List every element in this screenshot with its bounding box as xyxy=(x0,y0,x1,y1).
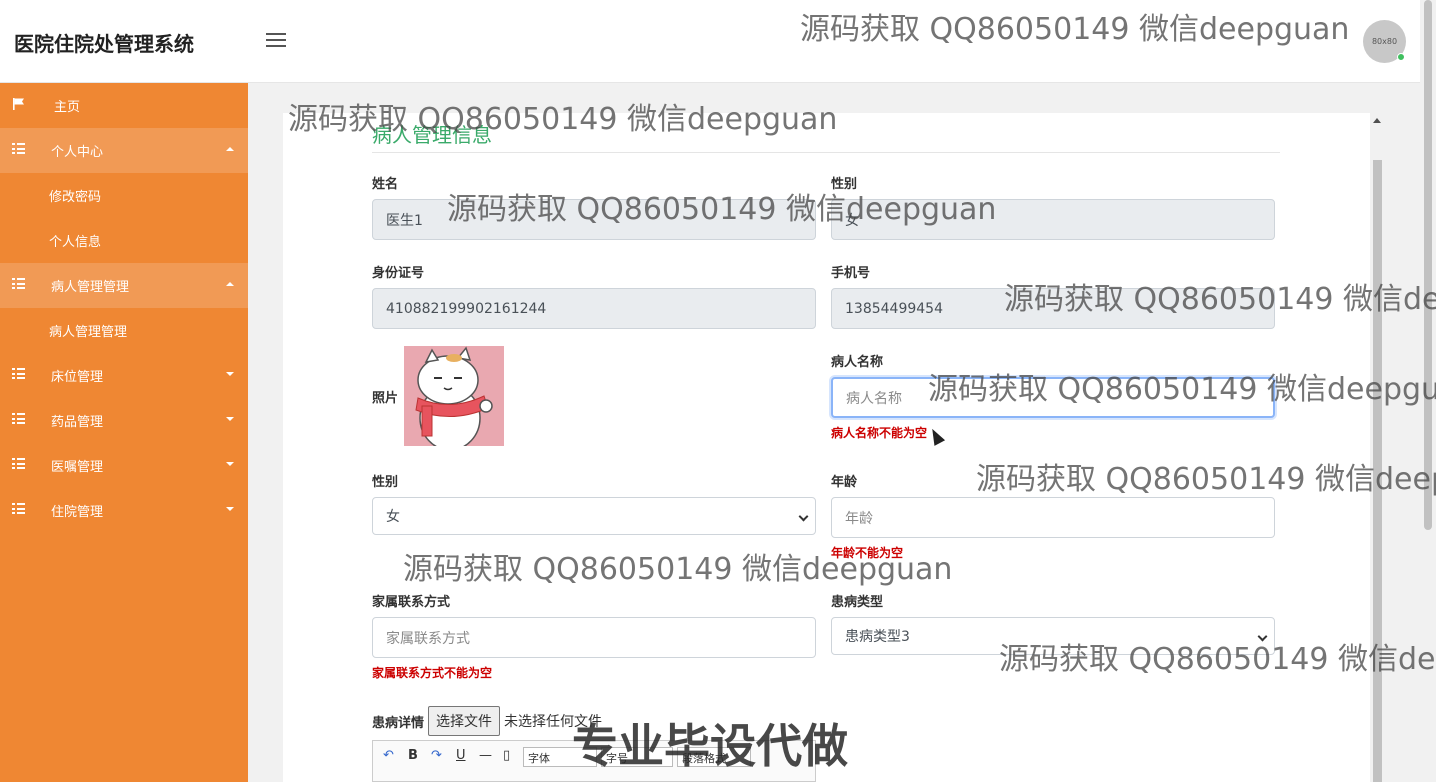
id-number-field[interactable]: 410882199902161244 xyxy=(372,288,816,329)
gender-field[interactable]: 女 xyxy=(831,199,1275,240)
patient-name-label: 病人名称 xyxy=(831,355,884,370)
document-icon[interactable]: ▯ xyxy=(503,748,510,763)
disease-type-label: 患病类型 xyxy=(831,595,884,610)
patient-name-placeholder: 病人名称 xyxy=(846,390,902,407)
sidebar-item-label: 医嘱管理 xyxy=(51,460,104,475)
sidebar-subitem-personal-info[interactable]: 个人信息 xyxy=(0,218,248,263)
patient-gender-value: 女 xyxy=(386,509,400,525)
redo-icon[interactable]: ↷ xyxy=(431,748,442,763)
chevron-down-icon xyxy=(226,507,234,511)
app-title: 医院住院处管理系统 xyxy=(14,32,194,56)
chevron-down-icon xyxy=(226,462,234,466)
sidebar-item-personal-center[interactable]: 个人中心 xyxy=(0,128,248,173)
name-field[interactable]: 医生1 xyxy=(372,199,816,240)
chevron-up-icon xyxy=(226,282,234,286)
flag-icon xyxy=(13,98,24,110)
grid-icon xyxy=(12,368,26,380)
id-number-value: 410882199902161244 xyxy=(386,300,547,317)
font-select[interactable]: 字体 xyxy=(523,747,597,767)
sidebar-item-label: 个人中心 xyxy=(51,145,104,160)
gender-label: 性别 xyxy=(831,177,858,192)
photo-image xyxy=(404,346,504,451)
sidebar-item-label: 主页 xyxy=(54,100,81,115)
grid-icon xyxy=(12,278,26,290)
online-status-dot xyxy=(1397,53,1405,61)
chevron-up-icon xyxy=(226,147,234,151)
name-label: 姓名 xyxy=(372,177,399,192)
font-size-select[interactable]: 字号 xyxy=(601,747,673,767)
chevron-down-icon xyxy=(226,417,234,421)
sidebar-subitem-change-password[interactable]: 修改密码 xyxy=(0,173,248,218)
age-label: 年龄 xyxy=(831,475,858,490)
inner-scrollbar-thumb[interactable] xyxy=(1373,160,1382,782)
sidebar-item-label: 病人管理管理 xyxy=(51,280,130,295)
sidebar-subitem-patient-management[interactable]: 病人管理管理 xyxy=(0,308,248,353)
sidebar-item-label: 住院管理 xyxy=(51,505,104,520)
family-contact-label: 家属联系方式 xyxy=(372,595,451,610)
name-value: 医生1 xyxy=(386,212,423,229)
chevron-down-icon xyxy=(226,372,234,376)
rich-text-editor[interactable]: ↶ B ↷ U — ▯ 字体 字号 段落格式 xyxy=(372,740,816,782)
sidebar-item-hospitalization-management[interactable]: 住院管理 xyxy=(0,488,248,533)
gender-value: 女 xyxy=(845,212,859,229)
chevron-down-icon xyxy=(1257,631,1268,642)
age-error: 年龄不能为空 xyxy=(831,546,904,560)
sidebar-item-home[interactable]: 主页 xyxy=(0,83,248,128)
disease-detail-label: 患病详情 xyxy=(372,715,425,731)
file-status-text: 未选择任何文件 xyxy=(504,714,603,730)
patient-gender-select[interactable]: 女 xyxy=(372,497,816,535)
photo-label: 照片 xyxy=(372,391,399,406)
sidebar-item-patient-management[interactable]: 病人管理管理 xyxy=(0,263,248,308)
paragraph-format-select[interactable]: 段落格式 xyxy=(677,747,751,767)
page-title: 病人管理信息 xyxy=(372,123,492,147)
family-contact-placeholder: 家属联系方式 xyxy=(386,630,470,647)
age-input[interactable]: 年龄 xyxy=(831,497,1275,538)
disease-detail-row: 患病详情 选择文件 未选择任何文件 xyxy=(372,706,602,736)
title-divider xyxy=(372,152,1280,153)
sidebar: 主页 个人中心 修改密码 个人信息 病人管理管理 病人管理管理 床位管理 药品管… xyxy=(0,83,248,782)
phone-label: 手机号 xyxy=(831,266,871,281)
bold-icon[interactable]: B xyxy=(408,748,418,763)
grid-icon xyxy=(12,458,26,470)
underline-icon[interactable]: U xyxy=(456,748,466,763)
cartoon-cat-image xyxy=(404,346,504,451)
phone-value: 13854499454 xyxy=(845,300,943,317)
page-scrollbar-thumb[interactable] xyxy=(1424,0,1432,530)
grid-icon xyxy=(12,413,26,425)
disease-type-select[interactable]: 患病类型3 xyxy=(831,617,1275,655)
family-contact-input[interactable]: 家属联系方式 xyxy=(372,617,816,658)
scroll-up-icon[interactable] xyxy=(1373,118,1381,123)
age-placeholder: 年龄 xyxy=(845,510,873,527)
choose-file-button[interactable]: 选择文件 xyxy=(428,706,501,736)
family-contact-error: 家属联系方式不能为空 xyxy=(372,666,493,680)
sidebar-item-label: 床位管理 xyxy=(51,370,104,385)
grid-icon xyxy=(12,143,26,155)
sidebar-item-bed-management[interactable]: 床位管理 xyxy=(0,353,248,398)
sidebar-item-label: 药品管理 xyxy=(51,415,104,430)
undo-icon[interactable]: ↶ xyxy=(383,748,394,763)
patient-gender-label: 性别 xyxy=(372,475,399,490)
id-number-label: 身份证号 xyxy=(372,266,425,281)
phone-field[interactable]: 13854499454 xyxy=(831,288,1275,329)
menu-icon[interactable] xyxy=(266,33,286,49)
disease-type-value: 患病类型3 xyxy=(845,629,910,645)
horizontal-rule-icon[interactable]: — xyxy=(479,748,492,763)
top-header: 医院住院处管理系统 80x80 xyxy=(0,0,1420,83)
grid-icon xyxy=(12,503,26,515)
patient-name-input[interactable]: 病人名称 xyxy=(831,377,1275,418)
patient-name-error: 病人名称不能为空 xyxy=(831,426,928,440)
sidebar-item-drug-management[interactable]: 药品管理 xyxy=(0,398,248,443)
chevron-down-icon xyxy=(798,511,809,522)
sidebar-item-order-management[interactable]: 医嘱管理 xyxy=(0,443,248,488)
